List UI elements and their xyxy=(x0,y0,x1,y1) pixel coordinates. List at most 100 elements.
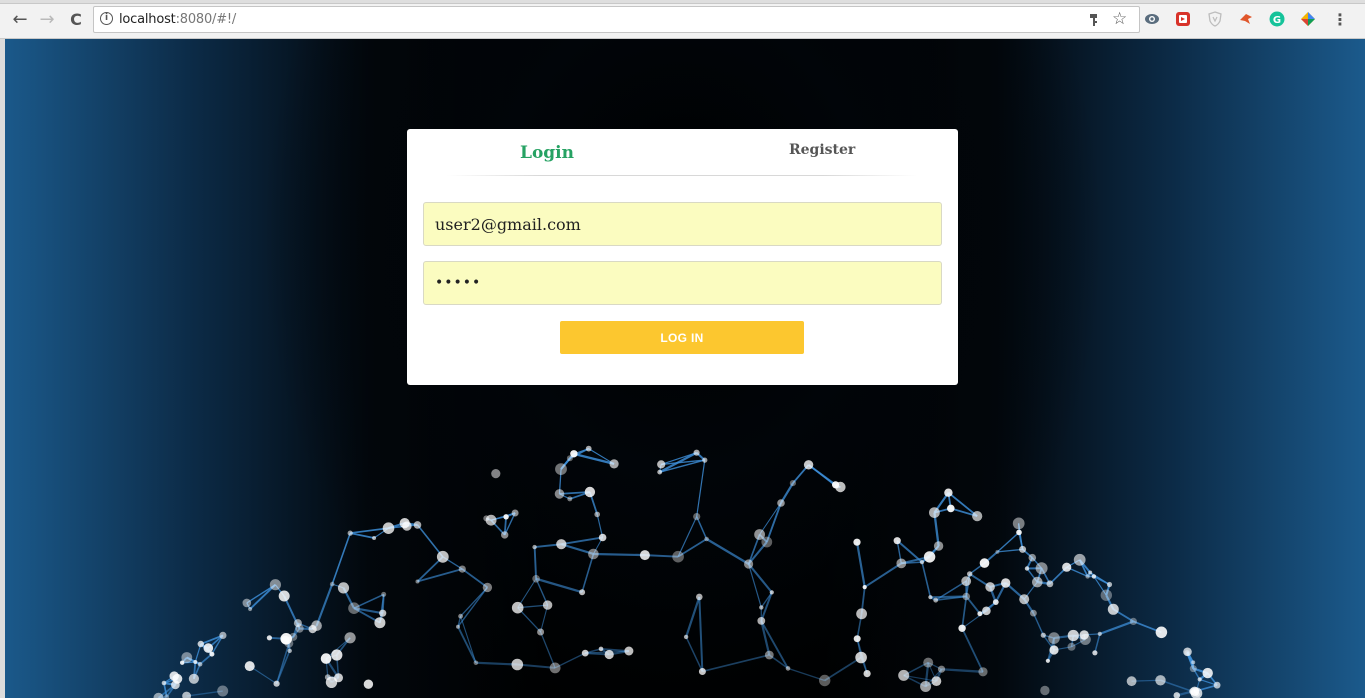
network-node xyxy=(581,649,589,657)
network-link xyxy=(416,524,444,558)
network-link xyxy=(540,631,556,669)
network-link xyxy=(331,532,351,585)
login-button[interactable]: LOG IN xyxy=(560,321,804,354)
network-node xyxy=(1129,617,1137,626)
network-node xyxy=(1019,545,1027,553)
network-link xyxy=(696,460,706,517)
address-bar[interactable]: i localhost:8080/#!/ ☆ xyxy=(93,6,1140,33)
network-link xyxy=(760,620,771,656)
network-node xyxy=(1012,517,1025,530)
network-node xyxy=(485,514,497,526)
network-link xyxy=(535,577,583,594)
network-link xyxy=(1099,620,1134,635)
network-node xyxy=(203,643,214,653)
network-node xyxy=(181,652,193,663)
network-node xyxy=(295,624,304,633)
video-extension-icon[interactable] xyxy=(1175,11,1191,27)
shield-extension-icon[interactable] xyxy=(1207,11,1223,27)
network-node xyxy=(182,691,191,698)
network-node xyxy=(382,522,395,534)
network-node xyxy=(1155,675,1166,686)
color-extension-icon[interactable] xyxy=(1300,11,1316,27)
network-link xyxy=(706,538,750,565)
network-link xyxy=(460,586,488,617)
network-node xyxy=(933,541,944,551)
network-node xyxy=(537,628,545,636)
network-node xyxy=(337,582,350,594)
network-node xyxy=(855,651,867,664)
network-node xyxy=(491,469,501,479)
network-node xyxy=(1155,626,1168,639)
network-link xyxy=(573,452,615,466)
network-node xyxy=(1073,553,1086,566)
rocket-extension-icon[interactable] xyxy=(1238,11,1254,27)
network-node xyxy=(331,649,343,661)
network-node xyxy=(769,590,774,595)
network-node xyxy=(928,595,933,600)
info-icon[interactable]: i xyxy=(100,12,113,25)
tab-register[interactable]: Register xyxy=(789,142,855,158)
network-link xyxy=(593,552,645,557)
browser-toolbar: ← → C i localhost:8080/#!/ ☆ G ⋮ xyxy=(0,0,1365,39)
network-node xyxy=(567,496,573,502)
network-node xyxy=(532,575,540,583)
network-node xyxy=(853,538,861,546)
network-node xyxy=(1197,677,1202,682)
network-node xyxy=(764,650,774,660)
network-node xyxy=(598,533,607,542)
back-button[interactable]: ← xyxy=(9,9,31,31)
network-node xyxy=(856,608,867,620)
network-node xyxy=(698,668,706,675)
network-node xyxy=(217,685,229,697)
eye-extension-icon[interactable] xyxy=(1144,11,1160,27)
network-node xyxy=(1040,632,1046,638)
password-field[interactable] xyxy=(423,261,942,305)
network-node xyxy=(967,571,973,577)
network-link xyxy=(685,636,704,672)
network-node xyxy=(1019,594,1030,605)
network-link xyxy=(696,516,708,540)
network-node xyxy=(683,634,689,640)
network-node xyxy=(1184,650,1190,656)
network-node xyxy=(863,670,871,678)
network-node xyxy=(588,548,599,560)
network-link xyxy=(1089,572,1110,585)
network-node xyxy=(473,660,479,666)
network-link xyxy=(760,620,789,669)
star-icon[interactable]: ☆ xyxy=(1112,9,1127,29)
page-edge xyxy=(0,39,5,698)
network-node xyxy=(1016,529,1022,536)
network-node xyxy=(584,486,596,498)
network-node xyxy=(579,589,586,596)
network-node xyxy=(334,673,343,683)
network-node xyxy=(923,657,934,668)
menu-icon[interactable]: ⋮ xyxy=(1332,10,1348,29)
network-link xyxy=(460,616,477,663)
network-node xyxy=(169,671,179,681)
network-node xyxy=(244,661,255,672)
grammarly-extension-icon[interactable]: G xyxy=(1269,11,1285,27)
network-node xyxy=(893,537,901,545)
network-node xyxy=(1067,629,1079,642)
network-node xyxy=(266,635,272,641)
network-link xyxy=(685,596,701,638)
network-node xyxy=(436,550,449,563)
key-icon[interactable] xyxy=(1088,13,1100,27)
reload-button[interactable]: C xyxy=(65,9,87,31)
network-node xyxy=(372,536,377,540)
url-path: :8080/#!/ xyxy=(175,12,237,27)
tab-login[interactable]: Login xyxy=(520,143,574,163)
forward-button[interactable]: → xyxy=(36,9,58,31)
network-node xyxy=(555,463,567,475)
network-node xyxy=(789,480,797,487)
network-node xyxy=(1028,553,1037,562)
network-node xyxy=(832,481,840,489)
network-node xyxy=(961,576,972,587)
network-node xyxy=(944,488,953,497)
network-node xyxy=(624,646,634,656)
network-node xyxy=(693,449,700,456)
network-node xyxy=(511,658,524,671)
email-field[interactable] xyxy=(423,202,942,246)
network-node xyxy=(862,585,867,590)
network-link xyxy=(997,548,1023,553)
